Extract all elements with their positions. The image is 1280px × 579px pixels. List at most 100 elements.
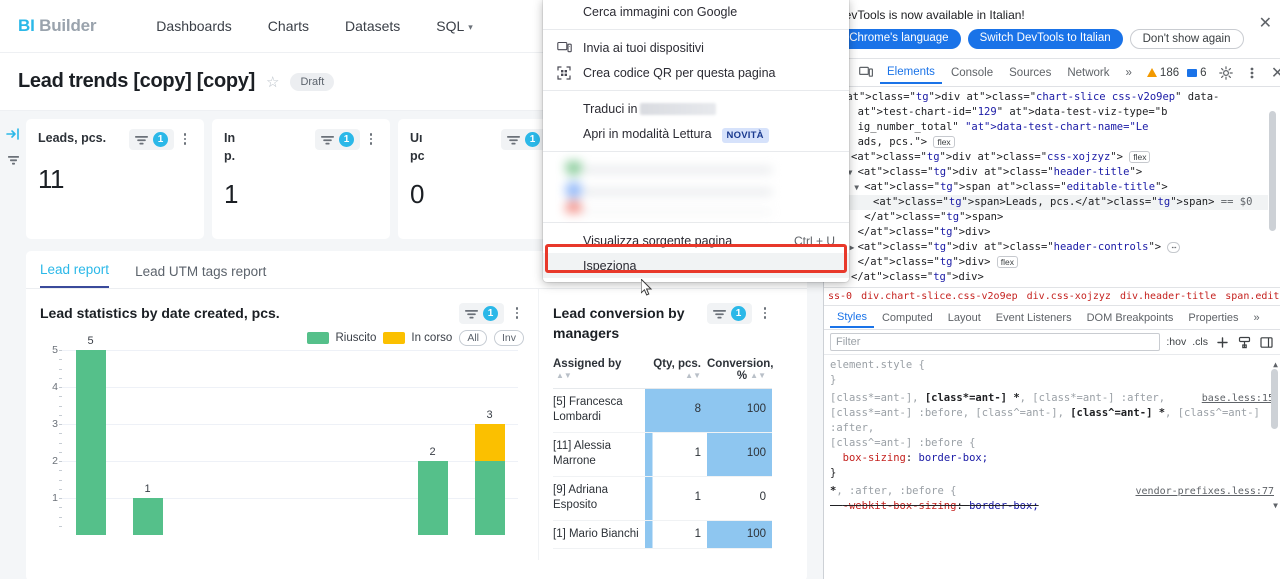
hover-state-toggle[interactable]: :hov xyxy=(1166,336,1186,348)
devtools-tab-sources[interactable]: Sources xyxy=(1002,62,1058,83)
rule-declaration[interactable]: -moz-box-sizing: border-box; xyxy=(830,514,1274,515)
dom-tree-line[interactable]: </at">class="tg">span> xyxy=(830,210,1268,225)
bar-group[interactable] xyxy=(233,350,290,535)
app-logo[interactable]: BI Builder xyxy=(18,16,96,36)
gear-icon[interactable] xyxy=(1214,61,1238,85)
breadcrumb-item[interactable]: span.editable-title xyxy=(1225,291,1280,302)
breadcrumb-item[interactable]: div.header-title xyxy=(1120,291,1216,302)
element-classes-icon[interactable] xyxy=(1236,334,1252,350)
dom-tree-line[interactable]: ▶<at">class="tg">div at">class="dashboar… xyxy=(830,285,1268,287)
flex-badge[interactable]: flex xyxy=(996,256,1018,268)
sidebar-more-tabs-icon[interactable]: » xyxy=(1247,308,1267,327)
column-header-qty[interactable]: Qty, pcs.▲▼ xyxy=(645,353,707,389)
devtools-tab-console[interactable]: Console xyxy=(944,62,1000,83)
legend-item-in-corso[interactable]: In corso xyxy=(383,332,452,344)
table-more-menu-icon[interactable] xyxy=(758,303,772,319)
bar-group[interactable]: 2 xyxy=(404,350,461,535)
bar-segment[interactable] xyxy=(474,424,505,461)
dom-tree-line[interactable]: ▶ <at">class="tg">div at">class="header-c… xyxy=(830,240,1268,255)
expand-triangle-icon[interactable]: ▼ xyxy=(854,180,859,195)
chart-more-menu-icon[interactable] xyxy=(510,303,524,319)
context-menu-item-search-images[interactable]: Cerca immagini con Google xyxy=(543,0,849,24)
dom-tree-line[interactable]: at">test-chart-id="129" at">data-test-vi… xyxy=(830,105,1268,120)
styles-scroll-down-icon[interactable]: ▼ xyxy=(1273,498,1278,513)
dom-tree-line[interactable]: ig_number_total" "at">data-test-chart-na… xyxy=(830,120,1268,135)
dont-show-again-button[interactable]: Don't show again xyxy=(1129,29,1244,49)
table-row[interactable]: [5] Francesca Lombardi 8 100 xyxy=(553,388,772,433)
dom-scrollbar-track[interactable] xyxy=(1269,89,1278,285)
kpi-card[interactable]: Leads, pcs. 1 11 xyxy=(26,119,204,239)
nav-item-charts[interactable]: Charts xyxy=(268,18,309,34)
dom-tree-line[interactable]: ▼<at">class="tg">div at">class="css-xojz… xyxy=(830,150,1268,165)
collapse-triangle-icon[interactable]: ▶ xyxy=(839,285,844,287)
sidebar-tab-properties[interactable]: Properties xyxy=(1181,308,1245,327)
kpi-more-menu-icon[interactable] xyxy=(178,129,192,145)
devtools-tab-elements[interactable]: Elements xyxy=(880,61,942,84)
favorite-star-icon[interactable]: ☆ xyxy=(266,73,279,91)
sort-icon[interactable]: ▲▼ xyxy=(750,371,766,380)
table-row[interactable]: [1] Mario Bianchi 1 100 xyxy=(553,520,772,550)
chart-filter-control[interactable]: 1 xyxy=(459,303,504,324)
flex-badge[interactable]: flex xyxy=(1129,151,1151,163)
dom-tree-line[interactable]: ads, pcs."> flex xyxy=(830,135,1268,150)
rule-source-link[interactable]: base.less:15 xyxy=(1202,391,1274,406)
styles-scrollbar-thumb[interactable] xyxy=(1271,369,1278,429)
context-menu-item-view-source[interactable]: Visualizza sorgente pagina Ctrl + U xyxy=(543,228,849,253)
close-notice-icon[interactable]: ✕ xyxy=(1259,16,1272,32)
bar-segment[interactable] xyxy=(132,498,163,535)
stacked-bar[interactable] xyxy=(417,461,448,535)
styles-filter-input[interactable]: Filter xyxy=(830,333,1161,351)
stacked-bar[interactable] xyxy=(75,350,106,535)
dom-tree-line[interactable]: ▼ <at">class="tg">span at">class="editabl… xyxy=(830,180,1268,195)
table-filter-control[interactable]: 1 xyxy=(707,303,752,324)
kpi-card[interactable]: In p. 1 1 xyxy=(212,119,390,239)
dom-scrollbar-thumb[interactable] xyxy=(1269,111,1276,231)
context-menu-item-inspect[interactable]: Ispeziona xyxy=(543,244,849,278)
table-row[interactable]: [11] Alessia Marrone 1 100 xyxy=(553,432,772,477)
dom-tree-line[interactable]: <at">class="tg">span>Leads, pcs.</at">cl… xyxy=(830,195,1268,210)
devtools-more-tabs-icon[interactable]: » xyxy=(1119,62,1139,83)
toggle-computed-sidebar-icon[interactable] xyxy=(1258,334,1274,350)
devtools-dom-tree[interactable]: ▼<at">class="tg">div at">class="chart-sl… xyxy=(824,87,1280,287)
tab-lead-report[interactable]: Lead report xyxy=(40,262,110,288)
dom-tree-line[interactable]: </at">class="tg">div> flex xyxy=(830,255,1268,270)
devtools-issue-counts[interactable]: 186 6 xyxy=(1146,67,1207,79)
class-toggle[interactable]: .cls xyxy=(1192,336,1208,348)
context-menu-item-create-qr[interactable]: Crea codice QR per questa pagina xyxy=(543,60,849,85)
rule-source-link[interactable]: vendor-prefixes.less:77 xyxy=(1136,484,1274,499)
bar-segment[interactable] xyxy=(474,461,505,535)
sort-icon[interactable]: ▲▼ xyxy=(556,371,572,380)
context-menu-item-send-to-devices[interactable]: Invia ai tuoi dispositivi xyxy=(543,35,849,60)
sidebar-tab-layout[interactable]: Layout xyxy=(941,308,988,327)
breadcrumb-item[interactable]: div.chart-slice.css-v2o9ep xyxy=(861,291,1018,302)
sidebar-tab-dom-breakpoints[interactable]: DOM Breakpoints xyxy=(1080,308,1181,327)
sidebar-tab-computed[interactable]: Computed xyxy=(875,308,940,327)
dom-tree-line[interactable]: </at">class="tg">div> xyxy=(830,270,1268,285)
breadcrumb-item[interactable]: div.css-xojzyz xyxy=(1027,291,1111,302)
filter-icon[interactable] xyxy=(0,147,26,173)
new-style-rule-icon[interactable] xyxy=(1214,334,1230,350)
kpi-filter-control[interactable]: 1 xyxy=(501,129,546,150)
flex-badge[interactable]: flex xyxy=(933,136,955,148)
legend-invert-button[interactable]: Inv xyxy=(493,330,524,346)
bar-group[interactable] xyxy=(347,350,404,535)
bar-group[interactable] xyxy=(290,350,347,535)
legend-item-riuscito[interactable]: Riuscito xyxy=(307,332,376,344)
legend-select-all-button[interactable]: All xyxy=(459,330,487,346)
table-row[interactable]: [9] Adriana Esposito 1 0 xyxy=(553,476,772,521)
dom-tree-line[interactable]: ▼ <at">class="tg">div at">class="header-t… xyxy=(830,165,1268,180)
sort-icon[interactable]: ▲▼ xyxy=(685,371,701,380)
expand-panel-icon[interactable] xyxy=(0,121,26,147)
breadcrumb-item[interactable]: ss-0 xyxy=(828,291,852,302)
nav-item-sql[interactable]: SQL xyxy=(436,18,473,34)
nav-item-dashboards[interactable]: Dashboards xyxy=(156,18,232,34)
sidebar-tab-styles[interactable]: Styles xyxy=(830,307,874,328)
column-header-conversion[interactable]: Conversion, % ▲▼ xyxy=(707,353,773,389)
devtools-more-options-icon[interactable] xyxy=(1240,61,1264,85)
bar-group[interactable]: 1 xyxy=(119,350,176,535)
dom-tree-line[interactable]: ▼<at">class="tg">div at">class="chart-sl… xyxy=(830,90,1268,105)
devtools-tab-network[interactable]: Network xyxy=(1060,62,1116,83)
collapse-triangle-icon[interactable]: ▶ xyxy=(850,240,855,255)
rule-declaration[interactable]: -webkit-box-sizing: border-box; xyxy=(830,499,1274,514)
devtools-styles-pane[interactable]: ▲ ▼ element.style { } base.less:15 [clas… xyxy=(824,355,1280,515)
